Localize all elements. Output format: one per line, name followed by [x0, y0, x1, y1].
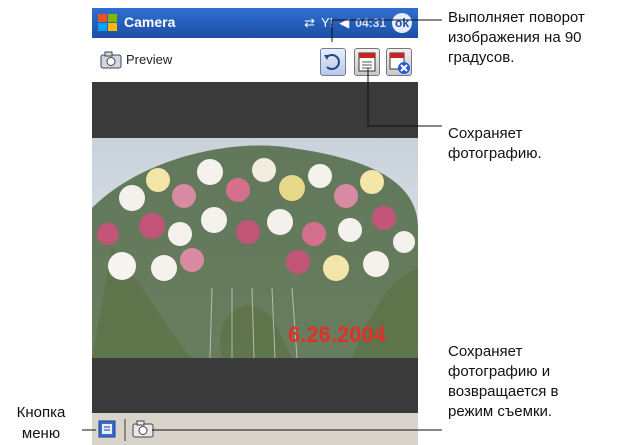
clock[interactable]: 04:31: [355, 16, 386, 30]
app-title: Camera: [124, 14, 176, 30]
signal-icon[interactable]: Y!: [321, 12, 333, 34]
save-button[interactable]: [354, 48, 380, 76]
callout-menu-button: Кнопка меню: [16, 404, 66, 442]
save-icon: [358, 52, 376, 72]
menu-bar: [92, 413, 418, 445]
rotate-icon: [324, 54, 340, 70]
menubar-divider: [124, 419, 126, 441]
callout-rotate: Выполняет поворот изображения на 90 град…: [448, 9, 585, 66]
ok-button[interactable]: ok: [392, 13, 412, 33]
viewfinder-top-border: [92, 82, 418, 138]
toolbar: Preview: [92, 38, 418, 83]
menu-icon[interactable]: [98, 420, 116, 438]
camera-icon: [100, 51, 122, 69]
photo-preview: 6.26.2004: [92, 138, 418, 358]
device-screen: Camera ⇄ Y! ◀ 04:31 ok Preview 6.26.2004: [92, 0, 418, 445]
camera-icon[interactable]: [132, 419, 154, 439]
save-and-return-button[interactable]: [386, 48, 412, 76]
rotate-button[interactable]: [320, 48, 346, 76]
connectivity-icon[interactable]: ⇄: [304, 12, 315, 34]
windows-start-icon[interactable]: [96, 11, 120, 35]
callout-save: Сохраняет фотографию.: [448, 125, 542, 162]
preview-label: Preview: [126, 52, 173, 67]
date-stamp: 6.26.2004: [288, 322, 386, 347]
volume-icon[interactable]: ◀: [339, 12, 349, 34]
callout-save-return: Сохраняет фотографию и возвращается в ре…: [448, 343, 559, 420]
save-close-icon: [389, 52, 410, 74]
viewfinder-bottom-border: [92, 358, 418, 413]
title-bar: Camera ⇄ Y! ◀ 04:31 ok: [92, 8, 418, 38]
